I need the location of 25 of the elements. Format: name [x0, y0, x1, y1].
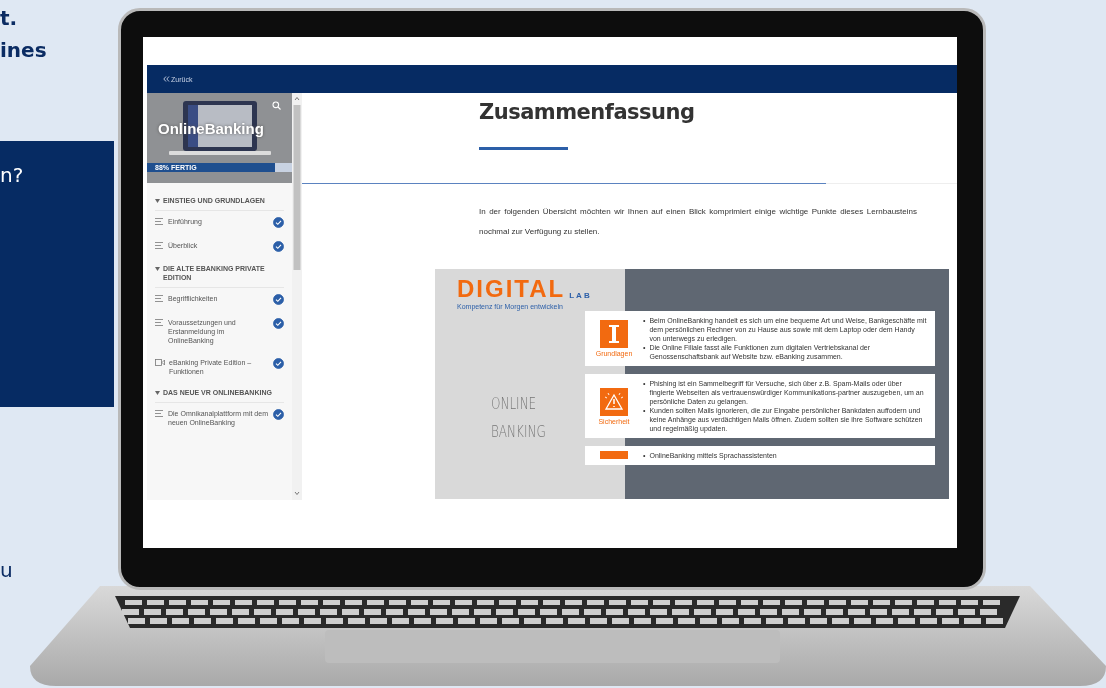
double-chevron-icon: [163, 76, 170, 82]
infographic-headline: BANKING: [491, 421, 547, 443]
caret-icon: [155, 266, 160, 271]
text-lines-icon: [155, 295, 164, 302]
search-icon[interactable]: [272, 101, 281, 110]
heading-fragment: ines: [0, 37, 47, 64]
text-lines-icon: [155, 410, 164, 417]
logo-wordmark: DIGITAL: [457, 277, 566, 301]
heading-fragment: t.: [0, 5, 19, 32]
video-camera-icon: [155, 359, 165, 366]
intro-paragraph: In der folgenden Übersicht möchten wir Ihnen auf einen Blick komprimiert einige wichtige Punkte dieses Lernbausteins nochmal zur Verfügung zu stellen.: [479, 206, 917, 238]
caret-icon: [155, 198, 160, 203]
caret-icon: [155, 390, 160, 395]
scrollbar[interactable]: [292, 93, 302, 500]
warning-icon: [600, 387, 628, 416]
pillar-icon: [600, 320, 628, 348]
logo-subtitle: LAB: [569, 291, 592, 301]
text-lines-icon: [155, 242, 164, 249]
panel-text-fragment: n?: [0, 163, 24, 187]
lesson-title: Zusammenfassung: [479, 100, 696, 124]
text-fragment: u: [0, 558, 13, 582]
text-lines-icon: [155, 218, 164, 225]
cropped-icon: [600, 451, 628, 459]
infographic-headline: ONLINE: [491, 393, 538, 415]
text-lines-icon: [155, 319, 164, 326]
